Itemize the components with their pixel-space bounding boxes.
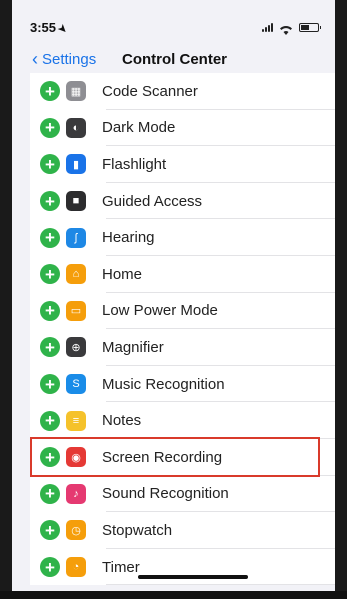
home-indicator[interactable] bbox=[138, 575, 248, 579]
right-frame-edge bbox=[335, 0, 347, 599]
navigation-bar: ‹ Settings Control Center bbox=[12, 48, 335, 74]
control-row-music-recognition[interactable]: + S Music Recognition bbox=[30, 366, 335, 403]
home-icon: ⌂ bbox=[66, 264, 86, 285]
control-label: Dark Mode bbox=[102, 119, 176, 137]
page-title: Control Center bbox=[122, 51, 227, 68]
control-row-dark-mode[interactable]: + ◐ Dark Mode bbox=[30, 110, 335, 147]
control-label: Guided Access bbox=[102, 192, 203, 210]
control-label: Low Power Mode bbox=[102, 302, 218, 320]
phone-screen: 3:55➤ ‹ Settings Control Center + ▦ Code S… bbox=[12, 0, 335, 591]
battery-icon: ▭ bbox=[66, 300, 86, 321]
control-row-notes[interactable]: + ≡ Notes bbox=[30, 402, 335, 439]
add-control-icon[interactable]: + bbox=[40, 154, 60, 175]
sound-recognition-icon: ♪ bbox=[66, 483, 86, 504]
timer-icon: ◔ bbox=[66, 557, 86, 578]
cellular-signal-icon bbox=[262, 22, 273, 32]
add-control-icon[interactable]: + bbox=[40, 227, 60, 248]
add-control-icon[interactable]: + bbox=[40, 300, 60, 321]
qr-scanner-icon: ▦ bbox=[66, 81, 86, 102]
row-divider bbox=[106, 584, 335, 586]
control-row-low-power-mode[interactable]: + ▭ Low Power Mode bbox=[30, 293, 335, 330]
status-time: 3:55➤ bbox=[30, 20, 70, 37]
add-control-icon[interactable]: + bbox=[40, 81, 60, 102]
flashlight-icon: ▮ bbox=[66, 154, 86, 175]
back-label: Settings bbox=[42, 51, 97, 68]
left-frame-edge bbox=[0, 0, 12, 599]
lock-icon: ■ bbox=[66, 191, 86, 212]
shazam-icon: S bbox=[66, 374, 86, 395]
back-button[interactable]: ‹ Settings bbox=[32, 49, 97, 69]
battery-icon bbox=[299, 22, 321, 32]
ear-icon: ʃ bbox=[66, 227, 86, 248]
control-row-stopwatch[interactable]: + ◷ Stopwatch bbox=[30, 512, 335, 549]
control-row-guided-access[interactable]: + ■ Guided Access bbox=[30, 183, 335, 220]
location-arrow-icon: ➤ bbox=[55, 22, 70, 37]
control-label: Notes bbox=[102, 412, 142, 430]
wifi-icon bbox=[279, 22, 293, 35]
stopwatch-icon: ◷ bbox=[66, 520, 86, 541]
control-row-timer[interactable]: + ◔ Timer bbox=[30, 549, 335, 586]
control-row-flashlight[interactable]: + ▮ Flashlight bbox=[30, 146, 335, 183]
add-control-icon[interactable]: + bbox=[40, 374, 60, 395]
control-label: Music Recognition bbox=[102, 375, 225, 393]
control-label: Home bbox=[102, 265, 143, 283]
control-label: Code Scanner bbox=[102, 82, 198, 100]
magnifier-icon: ⊕ bbox=[66, 337, 86, 358]
system-indicators bbox=[262, 22, 321, 35]
control-row-code-scanner[interactable]: + ▦ Code Scanner bbox=[30, 73, 335, 110]
status-bar: 3:55➤ bbox=[12, 0, 335, 44]
control-label: Sound Recognition bbox=[102, 485, 229, 503]
control-label: Flashlight bbox=[102, 155, 167, 173]
add-control-icon[interactable]: + bbox=[40, 117, 60, 138]
dark-mode-icon: ◐ bbox=[66, 117, 86, 138]
add-control-icon[interactable]: + bbox=[40, 557, 60, 578]
notes-icon: ≡ bbox=[66, 410, 86, 431]
control-row-hearing[interactable]: + ʃ Hearing bbox=[30, 219, 335, 256]
screen-recording-highlight-box bbox=[30, 437, 320, 477]
control-row-home[interactable]: + ⌂ Home bbox=[30, 256, 335, 293]
add-control-icon[interactable]: + bbox=[40, 483, 60, 504]
control-label: Hearing bbox=[102, 229, 155, 247]
control-row-sound-recognition[interactable]: + ♪ Sound Recognition bbox=[30, 476, 335, 513]
chevron-left-icon: ‹ bbox=[32, 49, 38, 69]
add-control-icon[interactable]: + bbox=[40, 520, 60, 541]
control-label: Magnifier bbox=[102, 338, 164, 356]
bottom-frame-edge bbox=[0, 591, 347, 599]
control-label: Timer bbox=[102, 558, 140, 576]
add-control-icon[interactable]: + bbox=[40, 191, 60, 212]
add-control-icon[interactable]: + bbox=[40, 337, 60, 358]
add-control-icon[interactable]: + bbox=[40, 264, 60, 285]
add-control-icon[interactable]: + bbox=[40, 410, 60, 431]
more-controls-list: + ▦ Code Scanner + ◐ Dark Mode + ▮ Flashlight + ■ G… bbox=[30, 73, 335, 586]
control-row-magnifier[interactable]: + ⊕ Magnifier bbox=[30, 329, 335, 366]
control-label: Stopwatch bbox=[102, 521, 173, 539]
